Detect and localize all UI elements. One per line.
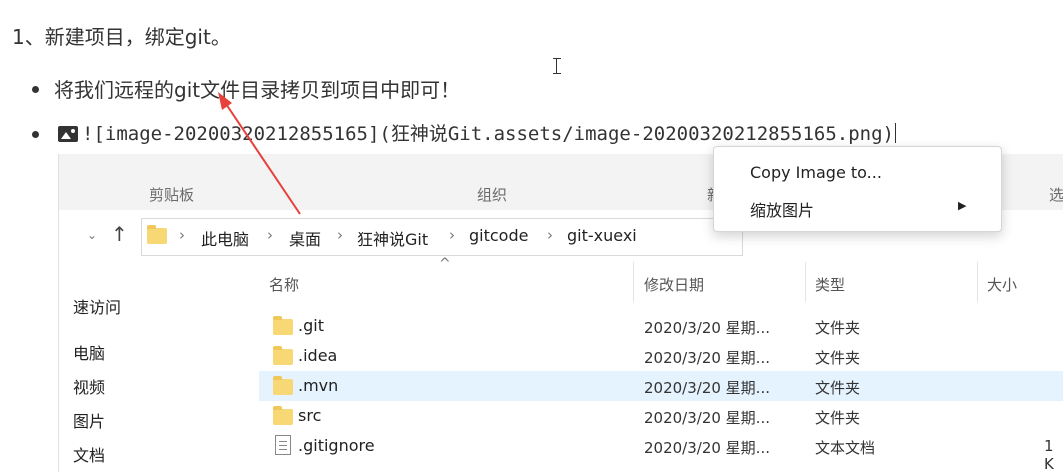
- chevron-right-icon: ›: [547, 226, 553, 244]
- column-divider[interactable]: [633, 262, 634, 302]
- text-cursor-icon: [553, 58, 561, 74]
- file-type: 文件夹: [815, 319, 861, 337]
- column-divider[interactable]: [805, 262, 806, 302]
- nav-quick-access[interactable]: 速访问: [73, 294, 121, 318]
- up-arrow-icon[interactable]: ↑: [111, 222, 128, 246]
- nav-this-pc[interactable]: 电脑: [73, 340, 105, 364]
- folder-icon: [273, 316, 293, 335]
- file-type: 文件夹: [815, 349, 861, 367]
- file-date: 2020/3/20 星期...: [644, 379, 770, 397]
- chevron-down-icon[interactable]: ⌄: [87, 228, 97, 242]
- nav-videos[interactable]: 视频: [73, 374, 105, 398]
- chevron-right-icon: ›: [337, 226, 343, 244]
- column-size[interactable]: 大小: [987, 274, 1017, 295]
- file-type: 文本文档: [815, 439, 876, 457]
- breadcrumb-kuangshen-git[interactable]: 狂神说Git: [357, 226, 428, 250]
- text-file-icon: [275, 435, 291, 455]
- chevron-right-icon: ›: [267, 226, 273, 244]
- breadcrumb-this-pc[interactable]: 此电脑: [201, 226, 249, 250]
- context-menu: Copy Image to... 缩放图片 ▶: [713, 146, 1002, 232]
- breadcrumb-git-xuexi[interactable]: git-xuexi: [567, 226, 637, 245]
- nav-pictures[interactable]: 图片: [73, 408, 105, 432]
- file-date: 2020/3/20 星期...: [644, 319, 770, 337]
- file-name: .mvn: [298, 376, 339, 395]
- bullet-text-copy-instruction: 将我们远程的git文件目录拷贝到项目中即可！: [54, 78, 461, 102]
- chevron-right-icon: ›: [179, 226, 185, 244]
- ribbon-select: 选: [1049, 186, 1063, 204]
- submenu-arrow-icon: ▶: [958, 199, 967, 212]
- file-name: .idea: [298, 346, 338, 365]
- ribbon-clipboard: 剪贴板: [149, 186, 195, 204]
- sort-ascending-icon: ^: [439, 256, 451, 272]
- folder-icon: [273, 346, 293, 365]
- file-size: 1 K: [1044, 437, 1054, 472]
- bullet-dot: [32, 131, 39, 138]
- file-date: 2020/3/20 星期...: [644, 439, 770, 457]
- image-markdown-source: ![image-20200320212855165](狂神说Git.assets…: [82, 123, 894, 145]
- image-icon[interactable]: [58, 126, 78, 142]
- folder-icon: [147, 225, 167, 244]
- section-heading: 1、新建项目，绑定git。: [12, 25, 231, 49]
- file-name: .git: [298, 316, 324, 335]
- ribbon-organize: 组织: [477, 186, 508, 204]
- column-name[interactable]: 名称: [269, 274, 299, 295]
- column-type[interactable]: 类型: [815, 274, 845, 295]
- folder-icon: [273, 406, 293, 425]
- file-type: 文件夹: [815, 409, 861, 427]
- file-date: 2020/3/20 星期...: [644, 349, 770, 367]
- breadcrumb-desktop[interactable]: 桌面: [289, 226, 321, 250]
- folder-icon: [273, 376, 293, 395]
- file-type: 文件夹: [815, 379, 861, 397]
- chevron-right-icon: ›: [449, 226, 455, 244]
- file-name: src: [298, 406, 322, 425]
- text-caret: [894, 123, 896, 143]
- menu-item-zoom-image[interactable]: 缩放图片: [750, 197, 814, 221]
- nav-documents[interactable]: 文档: [73, 442, 105, 466]
- column-modified[interactable]: 修改日期: [644, 274, 704, 295]
- bullet-dot: [32, 86, 39, 93]
- file-name: .gitignore: [298, 436, 375, 455]
- image-markdown-line[interactable]: ![image-20200320212855165](狂神说Git.assets…: [58, 119, 896, 146]
- column-divider[interactable]: [977, 262, 978, 302]
- menu-item-copy-image[interactable]: Copy Image to...: [750, 163, 882, 182]
- breadcrumb-gitcode[interactable]: gitcode: [469, 226, 528, 245]
- file-date: 2020/3/20 星期...: [644, 409, 770, 427]
